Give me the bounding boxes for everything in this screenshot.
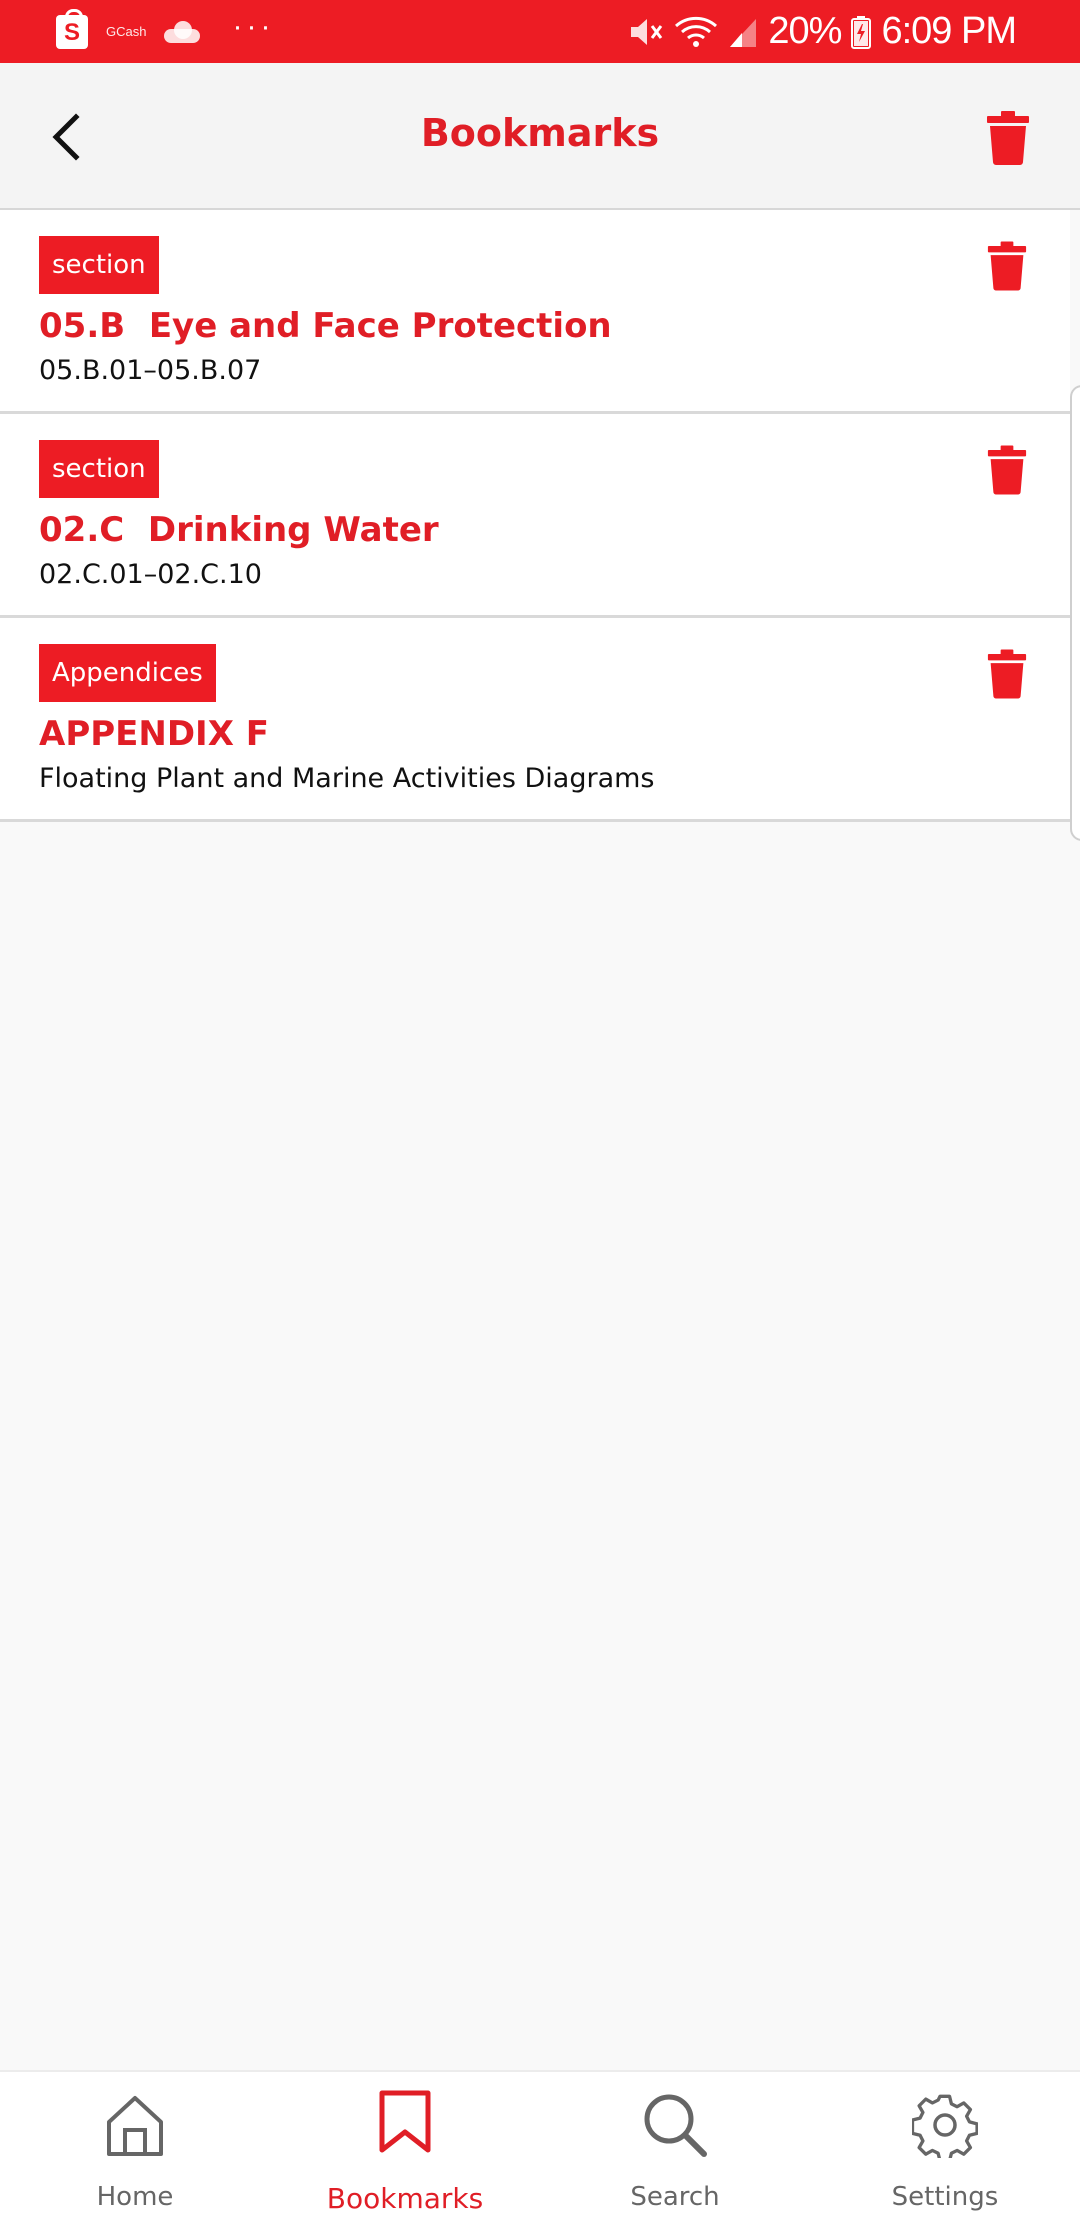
bookmark-title: 02.C Drinking Water xyxy=(39,510,439,550)
category-tag: Appendices xyxy=(39,644,216,702)
signal-icon xyxy=(728,15,758,49)
clock: 6:09 PM xyxy=(881,10,1017,52)
bookmark-item[interactable]: section 05.B Eye and Face Protection 05.… xyxy=(0,210,1070,414)
bookmark-list: section 05.B Eye and Face Protection 05.… xyxy=(0,210,1070,822)
delete-bookmark-button[interactable] xyxy=(987,240,1027,292)
bookmark-range: Floating Plant and Marine Activities Dia… xyxy=(39,763,655,794)
status-bar: S GCash ··· 20% 6:09 PM xyxy=(0,0,1080,63)
mute-icon xyxy=(628,15,664,49)
home-icon xyxy=(107,2096,163,2156)
gcash-label: GCash xyxy=(106,24,147,39)
search-icon xyxy=(644,2094,707,2157)
nav-bookmarks-label: Bookmarks xyxy=(326,2182,484,2215)
nav-search-label: Search xyxy=(630,2182,720,2212)
edge-panel-handle[interactable] xyxy=(1070,385,1080,841)
bookmark-item[interactable]: Appendices APPENDIX F Floating Plant and… xyxy=(0,618,1070,822)
clear-all-bookmarks-button[interactable] xyxy=(986,111,1030,165)
bottom-navigation: Home Bookmarks Search Settings xyxy=(0,2070,1080,2220)
nav-bookmarks[interactable]: Bookmarks xyxy=(270,2072,540,2220)
category-tag: section xyxy=(39,440,159,498)
trash-icon xyxy=(987,445,1027,495)
battery-percent: 20% xyxy=(768,10,842,52)
more-notifications-icon: ··· xyxy=(232,9,275,43)
bookmark-title: APPENDIX F xyxy=(39,714,269,754)
battery-icon xyxy=(851,15,872,49)
nav-settings-label: Settings xyxy=(891,2182,999,2212)
nav-settings[interactable]: Settings xyxy=(810,2072,1080,2220)
wifi-icon xyxy=(674,15,718,49)
trash-icon xyxy=(987,649,1027,699)
nav-home-label: Home xyxy=(96,2182,174,2212)
page-title: Bookmarks xyxy=(420,111,660,155)
category-tag: section xyxy=(39,236,159,294)
shopee-icon: S xyxy=(56,8,88,49)
delete-bookmark-button[interactable] xyxy=(987,648,1027,700)
bookmark-title: 05.B Eye and Face Protection xyxy=(39,306,612,346)
notification-icons: S GCash ··· xyxy=(56,0,274,63)
trash-icon xyxy=(987,111,1029,165)
gear-icon xyxy=(912,2094,978,2158)
bookmark-range: 02.C.01–02.C.10 xyxy=(39,559,262,590)
trash-icon xyxy=(987,241,1027,291)
bookmark-icon xyxy=(379,2090,431,2153)
nav-home[interactable]: Home xyxy=(0,2072,270,2220)
bookmark-item[interactable]: section 02.C Drinking Water 02.C.01–02.C… xyxy=(0,414,1070,618)
nav-search[interactable]: Search xyxy=(540,2072,810,2220)
cloud-icon xyxy=(164,20,201,43)
system-status: 20% 6:09 PM xyxy=(628,0,1017,63)
bookmark-range: 05.B.01–05.B.07 xyxy=(39,355,262,386)
delete-bookmark-button[interactable] xyxy=(987,444,1027,496)
bookmarks-screen: S GCash ··· 20% 6:09 PM Bookmarks sectio… xyxy=(0,0,1080,2220)
app-bar: Bookmarks xyxy=(0,63,1080,210)
